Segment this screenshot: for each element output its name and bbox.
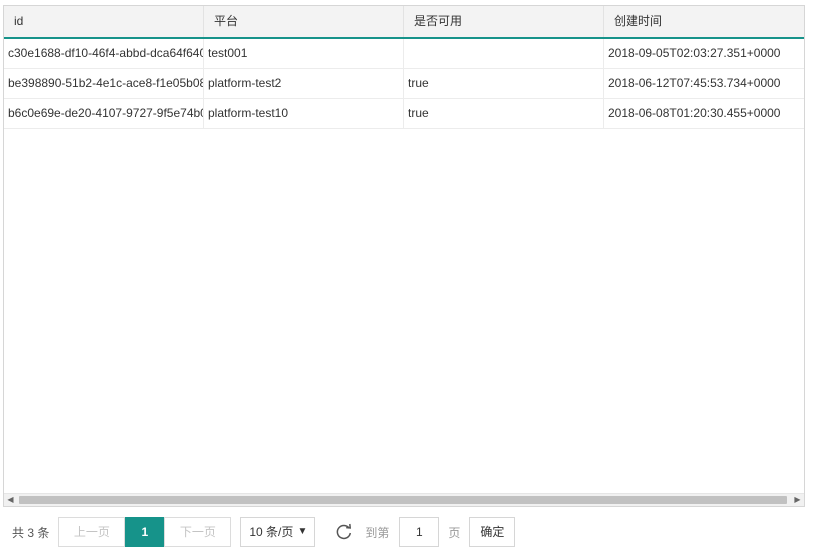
next-page-button[interactable]: 下一页 bbox=[164, 517, 232, 547]
cell-platform: test001 bbox=[204, 39, 404, 68]
goto-page-input[interactable]: 1 bbox=[399, 517, 440, 547]
confirm-button[interactable]: 确定 bbox=[469, 517, 516, 547]
table-row[interactable]: b6c0e69e-de20-4107-9727-9f5e74b0 platfor… bbox=[4, 99, 804, 129]
goto-label: 到第 bbox=[365, 525, 390, 540]
horizontal-scrollbar[interactable]: ◀ ▶ bbox=[4, 493, 804, 506]
cell-enabled: true bbox=[404, 69, 604, 98]
page-suffix-label: 页 bbox=[448, 525, 461, 540]
cell-platform: platform-test10 bbox=[204, 99, 404, 128]
scrollbar-thumb[interactable] bbox=[19, 496, 787, 504]
table-row[interactable]: c30e1688-df10-46f4-abbd-dca64f640 test00… bbox=[4, 39, 804, 69]
cell-created: 2018-09-05T02:03:27.351+0000 bbox=[608, 46, 781, 60]
page-size-select[interactable]: 10 条/页 ▼ bbox=[240, 517, 316, 547]
column-header-platform[interactable]: 平台 bbox=[204, 6, 404, 37]
data-grid: id 平台 是否可用 创建时间 c30e1688-df10-46f4-abbd-… bbox=[3, 5, 805, 507]
cell-created: 2018-06-08T01:20:30.455+0000 bbox=[608, 106, 781, 120]
table-body: c30e1688-df10-46f4-abbd-dca64f640 test00… bbox=[4, 39, 804, 129]
pagination: 共 3 条 上一页 1 下一页 10 条/页 ▼ 到第 1 页 确定 bbox=[0, 516, 814, 548]
column-header-id[interactable]: id bbox=[4, 6, 204, 37]
column-header-enabled[interactable]: 是否可用 bbox=[404, 6, 604, 37]
table-row[interactable]: be398890-51b2-4e1c-ace8-f1e05b08 platfor… bbox=[4, 69, 804, 99]
cell-enabled bbox=[404, 39, 604, 68]
column-header-created[interactable]: 创建时间 bbox=[604, 6, 804, 37]
cell-enabled: true bbox=[404, 99, 604, 128]
cell-id: be398890-51b2-4e1c-ace8-f1e05b08 bbox=[4, 69, 204, 98]
table-header: id 平台 是否可用 创建时间 bbox=[4, 6, 804, 39]
dropdown-caret-icon: ▼ bbox=[297, 526, 308, 537]
left-arrow-icon[interactable]: ◀ bbox=[4, 494, 17, 506]
prev-page-button[interactable]: 上一页 bbox=[58, 517, 126, 547]
page-size-value: 10 条/页 bbox=[249, 525, 294, 539]
cell-id: c30e1688-df10-46f4-abbd-dca64f640 bbox=[4, 39, 204, 68]
page-number-current[interactable]: 1 bbox=[125, 517, 165, 547]
cell-id: b6c0e69e-de20-4107-9727-9f5e74b0 bbox=[4, 99, 204, 128]
cell-platform: platform-test2 bbox=[204, 69, 404, 98]
cell-created: 2018-06-12T07:45:53.734+0000 bbox=[608, 76, 781, 90]
right-arrow-icon[interactable]: ▶ bbox=[791, 494, 804, 506]
refresh-icon[interactable] bbox=[334, 522, 354, 542]
total-count: 共 3 条 bbox=[12, 525, 50, 540]
